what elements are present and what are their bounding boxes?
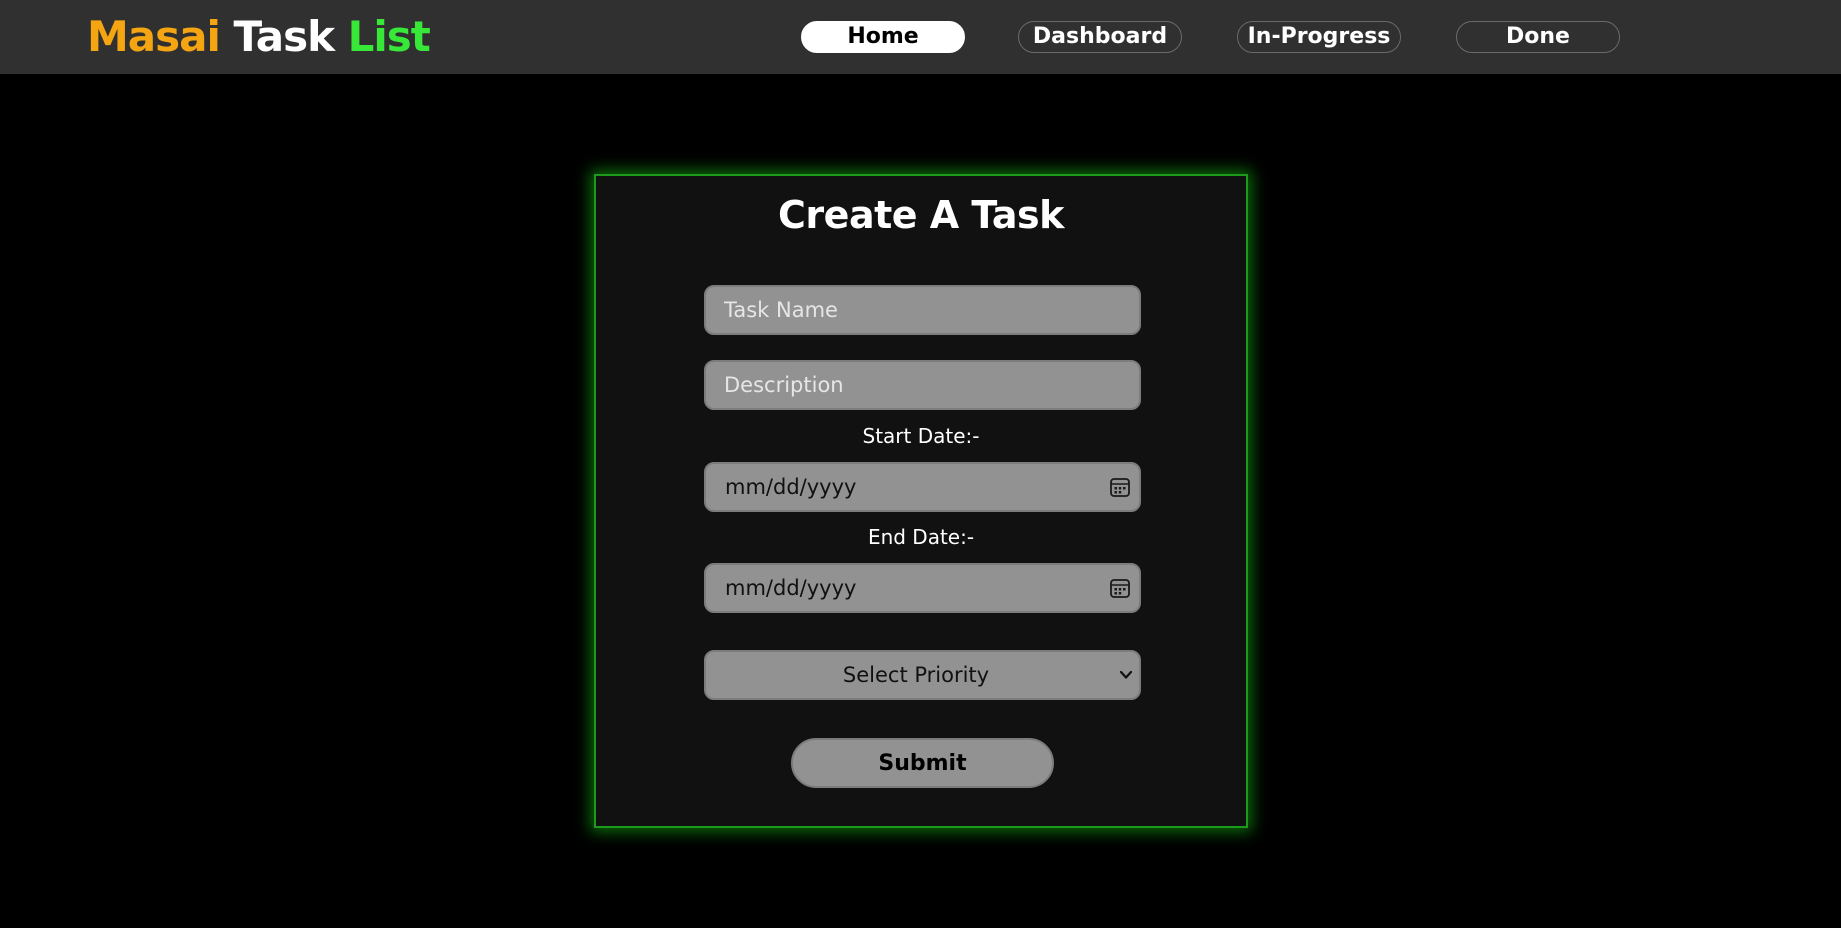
nav-home-button[interactable]: Home (801, 21, 965, 53)
logo-word-list: List (347, 12, 431, 61)
submit-button[interactable]: Submit (791, 738, 1054, 788)
priority-selected-value: Select Priority (842, 663, 990, 687)
calendar-icon[interactable] (1109, 476, 1131, 498)
logo-word-masai: Masai (87, 12, 221, 61)
create-task-card: Create A Task Start Date:- mm/dd/yyyy En… (594, 174, 1248, 828)
form-title: Create A Task (778, 193, 1064, 237)
task-name-field (704, 285, 1141, 335)
end-date-input[interactable]: mm/dd/yyyy (704, 563, 1141, 613)
app-logo[interactable]: Masai Task List (87, 12, 431, 62)
task-name-input[interactable] (706, 287, 1139, 333)
top-navbar: Masai Task List Home Dashboard In-Progre… (0, 0, 1841, 74)
logo-word-task: Task (233, 12, 336, 61)
description-input[interactable] (706, 362, 1139, 408)
end-date-value: mm/dd/yyyy (725, 576, 857, 600)
start-date-input[interactable]: mm/dd/yyyy (704, 462, 1141, 512)
nav-dashboard-button[interactable]: Dashboard (1018, 21, 1182, 53)
chevron-down-icon (1119, 670, 1133, 679)
nav-done-button[interactable]: Done (1456, 21, 1620, 53)
description-field (704, 360, 1141, 410)
nav-in-progress-button[interactable]: In-Progress (1237, 21, 1401, 53)
priority-select[interactable]: Select Priority (704, 650, 1141, 700)
calendar-icon[interactable] (1109, 577, 1131, 599)
start-date-value: mm/dd/yyyy (725, 475, 857, 499)
end-date-label: End Date:- (867, 525, 975, 549)
start-date-label: Start Date:- (862, 424, 980, 448)
